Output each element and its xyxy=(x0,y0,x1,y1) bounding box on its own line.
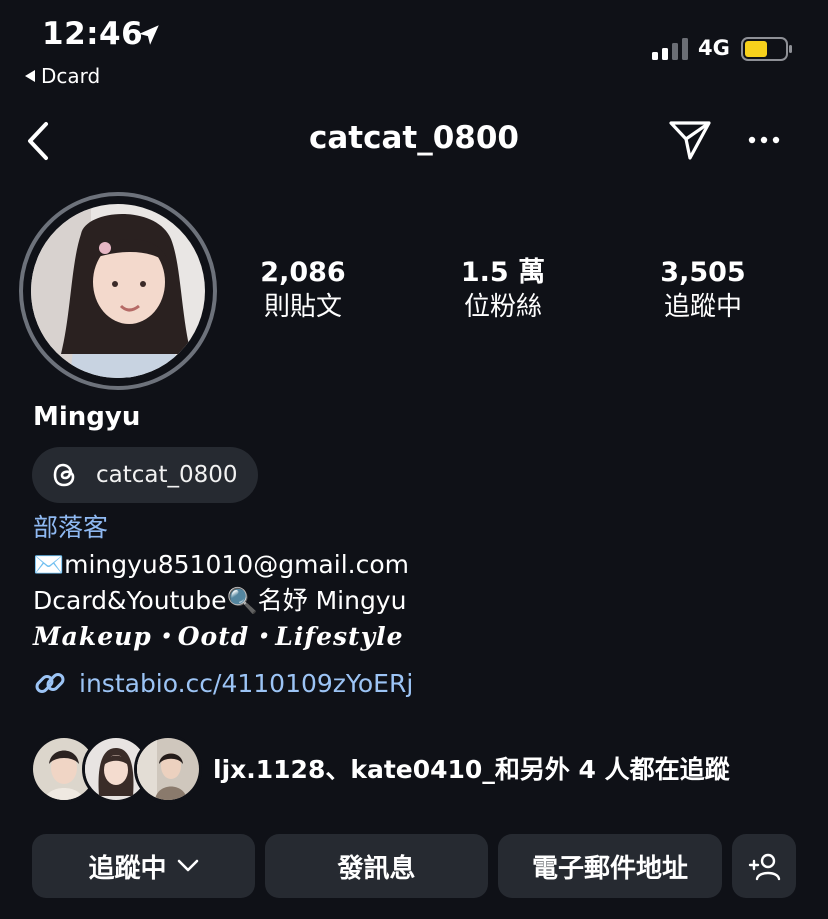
stat-following-number: 3,505 xyxy=(660,257,746,288)
link-icon xyxy=(35,673,65,693)
stat-posts-label: 則貼文 xyxy=(263,292,342,322)
back-app-label: Dcard xyxy=(41,64,101,88)
mutual-followers-avatars[interactable] xyxy=(30,735,202,803)
profile-avatar[interactable] xyxy=(31,204,205,378)
stat-following-label: 追蹤中 xyxy=(663,292,742,322)
stat-posts-number: 2,086 xyxy=(260,257,346,288)
message-button[interactable]: 發訊息 xyxy=(265,834,488,898)
back-triangle-icon xyxy=(25,70,35,82)
bio-link[interactable]: instabio.cc/4110109zYoERj xyxy=(33,666,413,700)
send-icon[interactable] xyxy=(668,118,712,162)
following-button[interactable]: 追蹤中 xyxy=(32,834,255,898)
email-button-label: 電子郵件地址 xyxy=(531,853,688,884)
following-button-label: 追蹤中 xyxy=(88,853,167,884)
profile-category: 部落客 xyxy=(33,513,109,542)
location-arrow-icon xyxy=(139,25,159,45)
threads-badge-button[interactable]: catcat_0800 xyxy=(32,447,258,503)
add-person-icon xyxy=(748,853,781,881)
network-type: 4G xyxy=(698,36,730,60)
threads-handle: catcat_0800 xyxy=(96,462,238,488)
stat-followers-label: 位粉絲 xyxy=(463,292,542,322)
message-button-label: 發訊息 xyxy=(337,853,416,884)
bio-style-line: 𝑴𝒂𝒌𝒆𝒖𝒑・𝑶𝒐𝒕𝒅・𝑳𝒊𝒇𝒆𝒔𝒕𝒚𝒍𝒆 xyxy=(33,622,404,651)
chevron-down-icon xyxy=(177,859,198,872)
mutual-avatar xyxy=(134,735,202,803)
threads-icon xyxy=(53,463,75,487)
bio-dcard-line: Dcard&Youtube🔍名妤 Mingyu xyxy=(33,586,407,615)
bio-link-text: instabio.cc/4110109zYoERj xyxy=(79,668,414,698)
status-time: 12:46 xyxy=(42,16,144,52)
stat-followers[interactable]: 1.5 萬 位粉絲 xyxy=(418,256,588,324)
bio-email-line[interactable]: ✉️mingyu851010@gmail.com xyxy=(33,547,409,583)
stat-followers-number: 1.5 萬 xyxy=(460,257,546,288)
battery-icon xyxy=(741,37,792,61)
display-name: Mingyu xyxy=(33,402,141,432)
back-to-app-link[interactable]: Dcard xyxy=(25,64,100,88)
more-icon[interactable] xyxy=(746,128,782,152)
stat-posts[interactable]: 2,086 則貼文 xyxy=(218,256,388,324)
cellular-signal-icon xyxy=(652,38,688,60)
stat-following[interactable]: 3,505 追蹤中 xyxy=(618,256,788,324)
email-button[interactable]: 電子郵件地址 xyxy=(498,834,722,898)
mutual-followers-text[interactable]: ljx.1128、kate0410_和另外 4 人都在追蹤 xyxy=(213,750,730,786)
suggested-people-button[interactable] xyxy=(732,834,796,898)
